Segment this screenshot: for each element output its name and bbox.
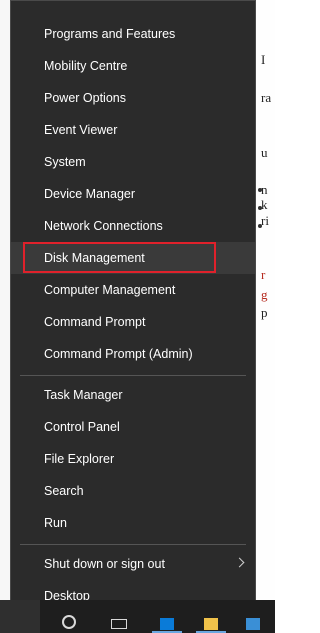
menu-item-mobility-centre[interactable]: Mobility Centre <box>11 50 255 82</box>
bg-text-fragment: r <box>261 267 266 282</box>
file-explorer-icon[interactable] <box>204 618 218 630</box>
menu-separator <box>20 544 246 545</box>
menu-item-label: Command Prompt (Admin) <box>44 347 193 361</box>
menu-item-computer-management[interactable]: Computer Management <box>11 274 255 306</box>
menu-item-label: System <box>44 155 86 169</box>
bg-text-fragment: ri <box>261 213 269 228</box>
task-view-icon[interactable] <box>111 619 127 629</box>
menu-item-label: Device Manager <box>44 187 136 201</box>
menu-item-control-panel[interactable]: Control Panel <box>11 411 255 443</box>
bullet-dot <box>258 224 262 228</box>
menu-item-system[interactable]: System <box>11 146 255 178</box>
start-button[interactable] <box>0 600 40 633</box>
taskbar <box>0 600 275 633</box>
chevron-right-icon <box>234 557 245 568</box>
menu-item-label: Disk Management <box>44 251 145 265</box>
bullet-dot <box>258 188 262 192</box>
background-document: I ra u n k ri r g p <box>255 0 275 600</box>
menu-item-network-connections[interactable]: Network Connections <box>11 210 255 242</box>
menu-item-label: File Explorer <box>44 452 115 466</box>
bg-text-fragment: k <box>261 197 268 212</box>
menu-item-label: Programs and Features <box>44 27 176 41</box>
bg-text-fragment: I <box>261 52 266 67</box>
bg-text-fragment: u <box>261 145 268 160</box>
menu-item-command-prompt-admin[interactable]: Command Prompt (Admin) <box>11 338 255 370</box>
menu-item-label: Control Panel <box>44 420 120 434</box>
menu-item-device-manager[interactable]: Device Manager <box>11 178 255 210</box>
menu-item-event-viewer[interactable]: Event Viewer <box>11 114 255 146</box>
menu-item-label: Run <box>44 516 67 530</box>
menu-item-label: Computer Management <box>44 283 176 297</box>
menu-item-programs-and-features[interactable]: Programs and Features <box>11 18 255 50</box>
bg-text-fragment: g <box>261 287 268 302</box>
menu-separator <box>20 375 246 376</box>
edge-icon[interactable] <box>160 618 174 630</box>
menu-item-task-manager[interactable]: Task Manager <box>11 379 255 411</box>
menu-item-label: Shut down or sign out <box>44 557 165 571</box>
bg-text-fragment: ra <box>261 90 272 105</box>
winx-context-menu: Programs and Features Mobility Centre Po… <box>10 0 256 626</box>
menu-item-label: Mobility Centre <box>44 59 128 73</box>
menu-item-run[interactable]: Run <box>11 507 255 539</box>
menu-item-shut-down-or-sign-out[interactable]: Shut down or sign out <box>11 548 255 580</box>
menu-item-file-explorer[interactable]: File Explorer <box>11 443 255 475</box>
bg-text-fragment: p <box>261 305 268 320</box>
menu-item-label: Network Connections <box>44 219 163 233</box>
menu-item-label: Task Manager <box>44 388 123 402</box>
store-icon[interactable] <box>246 618 260 630</box>
background-window-left <box>0 0 10 600</box>
menu-item-command-prompt[interactable]: Command Prompt <box>11 306 255 338</box>
menu-item-label: Event Viewer <box>44 123 118 137</box>
bullet-dot <box>258 206 262 210</box>
menu-item-label: Command Prompt <box>44 315 146 329</box>
menu-item-power-options[interactable]: Power Options <box>11 82 255 114</box>
menu-item-label: Power Options <box>44 91 126 105</box>
menu-item-label: Search <box>44 484 84 498</box>
search-icon[interactable] <box>62 615 76 629</box>
menu-item-disk-management[interactable]: Disk Management <box>11 242 255 274</box>
menu-item-search[interactable]: Search <box>11 475 255 507</box>
